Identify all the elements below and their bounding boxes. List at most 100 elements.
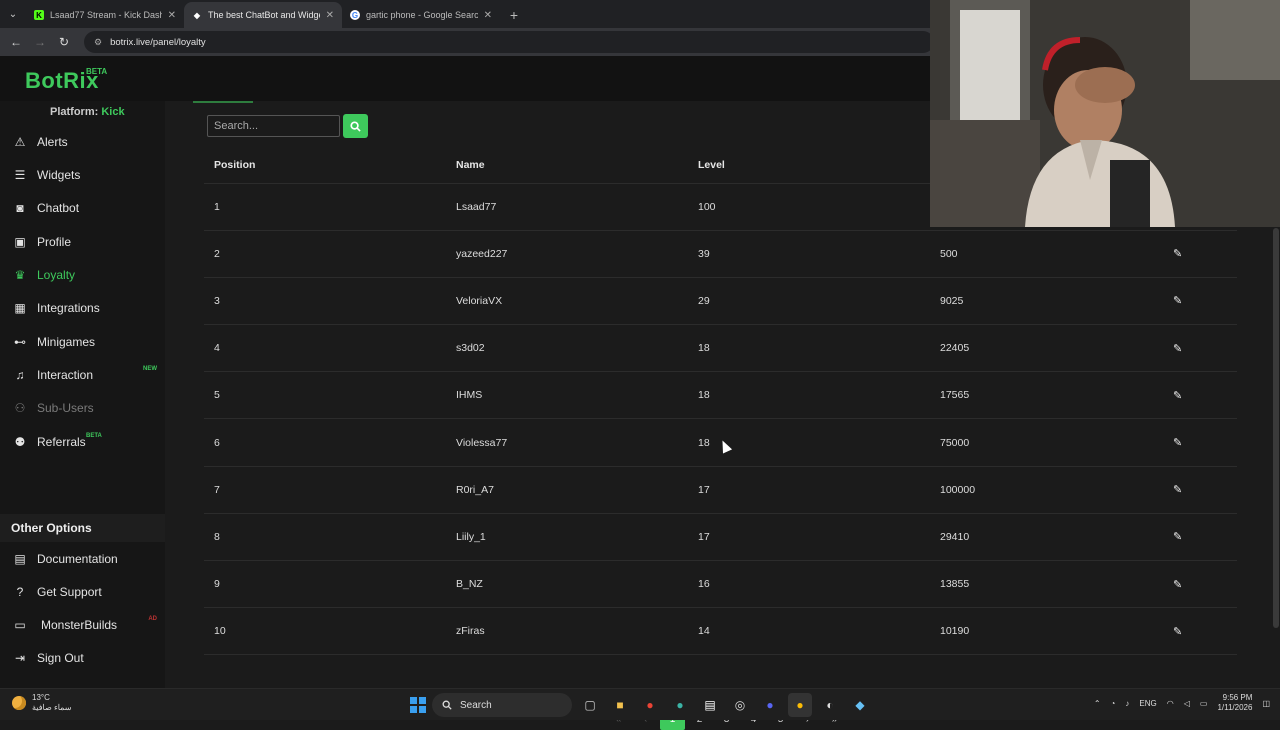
- edit-pencil-icon[interactable]: ✎: [1173, 607, 1237, 656]
- sidebar-item-integrations[interactable]: ▦ Integrations: [0, 293, 165, 323]
- browser-tab-google[interactable]: G gartic phone - Google Search ✕: [342, 2, 500, 28]
- sidebar-item-referrals[interactable]: ⚉ Referrals BETA: [0, 427, 165, 457]
- cell-position: 2: [204, 230, 446, 278]
- moon-icon: [12, 696, 26, 710]
- webcam-image: [930, 0, 1280, 227]
- cell-level: 100: [688, 183, 930, 231]
- sidebar-item-label: Integrations: [37, 301, 100, 315]
- edge-icon[interactable]: ●: [668, 693, 692, 717]
- language-indicator[interactable]: ENG: [1139, 699, 1156, 708]
- cell-name: Liily_1: [446, 513, 688, 562]
- windows-taskbar: 13°C سماء صافية Search ▢ ■ ● ● ▤ ◎ ● ● ◐…: [0, 688, 1280, 720]
- trophy-icon: ♛: [14, 268, 26, 282]
- tab-search-chevron-icon[interactable]: ⌄: [0, 0, 26, 28]
- app-icon[interactable]: ◎: [728, 693, 752, 717]
- notification-bell-icon[interactable]: ◫: [1262, 699, 1270, 708]
- chrome-icon[interactable]: ●: [638, 693, 662, 717]
- column-header-name[interactable]: Name: [446, 147, 688, 184]
- table-row: 4 s3d02 18 22405 ✎: [204, 324, 1237, 373]
- cell-level: 39: [688, 230, 930, 278]
- sidebar-item-documentation[interactable]: ▤ Documentation: [0, 544, 165, 574]
- cell-position: 8: [204, 513, 446, 562]
- sidebar-item-loyalty[interactable]: ♛ Loyalty: [0, 260, 165, 290]
- kick-icon: K: [34, 10, 44, 20]
- other-options-heading: Other Options: [0, 514, 165, 542]
- volume-icon[interactable]: ◁: [1184, 699, 1190, 708]
- sidebar-item-widgets[interactable]: ☰ Widgets: [0, 160, 165, 190]
- edit-pencil-icon[interactable]: ✎: [1173, 230, 1237, 278]
- close-tab-icon[interactable]: ✕: [326, 10, 334, 21]
- table-row: 5 IHMS 18 17565 ✎: [204, 371, 1237, 420]
- active-tab-indicator: [193, 101, 253, 103]
- battery-icon[interactable]: ▭: [1200, 699, 1208, 708]
- sidebar-item-monsterbuilds[interactable]: ▭ MonsterBuilds AD: [0, 610, 165, 640]
- edit-pencil-icon[interactable]: ✎: [1173, 418, 1237, 467]
- sidebar-item-sub-users[interactable]: ⚇ Sub-Users: [0, 393, 165, 423]
- close-tab-icon[interactable]: ✕: [484, 10, 492, 21]
- browser-tab-botrix[interactable]: ◆ The best ChatBot and Widgets ✕: [184, 2, 342, 28]
- back-arrow-icon[interactable]: ←: [4, 35, 28, 49]
- sidebar-item-label: Sub-Users: [37, 401, 94, 415]
- clock-date: 1/11/2026: [1217, 703, 1253, 712]
- sidebar-item-minigames[interactable]: ⊷ Minigames: [0, 327, 165, 357]
- column-header-position[interactable]: Position: [204, 147, 446, 184]
- sidebar-item-sign-out[interactable]: ⇥ Sign Out: [0, 643, 165, 673]
- site-info-icon[interactable]: ⚙: [94, 37, 102, 48]
- address-bar[interactable]: ⚙ botrix.live/panel/loyalty: [84, 31, 934, 53]
- cell-points: 22405: [930, 324, 1173, 373]
- tab-title: Lsaad77 Stream - Kick Dashboard: [50, 10, 162, 20]
- edit-pencil-icon[interactable]: ✎: [1173, 466, 1237, 514]
- reload-icon[interactable]: ↻: [52, 35, 76, 49]
- weather-description: سماء صافية: [32, 703, 72, 712]
- edit-pencil-icon[interactable]: ✎: [1173, 277, 1237, 326]
- sidebar-item-interaction[interactable]: ♫ Interaction NEW: [0, 360, 165, 390]
- cell-position: 10: [204, 607, 446, 656]
- edit-pencil-icon[interactable]: ✎: [1173, 371, 1237, 420]
- close-tab-icon[interactable]: ✕: [168, 10, 176, 21]
- sidebar-item-get-support[interactable]: ? Get Support: [0, 577, 165, 607]
- sidebar-item-label: Alerts: [37, 135, 68, 149]
- cell-points: 17565: [930, 371, 1173, 420]
- sidebar-item-label: Widgets: [37, 168, 81, 182]
- cell-points: 13855: [930, 560, 1173, 609]
- search-input[interactable]: [207, 115, 340, 137]
- column-header-level[interactable]: Level: [688, 147, 930, 184]
- sidebar-item-profile[interactable]: ▣ Profile: [0, 227, 165, 257]
- microphone-icon[interactable]: ♪: [1125, 699, 1129, 708]
- file-explorer-icon[interactable]: ■: [608, 693, 632, 717]
- browser-tab-kick[interactable]: K Lsaad77 Stream - Kick Dashboard ✕: [26, 2, 184, 28]
- wifi-icon[interactable]: ◠: [1167, 699, 1174, 708]
- cell-name: VeloriaVX: [446, 277, 688, 326]
- edit-pencil-icon[interactable]: ✎: [1173, 324, 1237, 373]
- network-icon[interactable]: ◔: [1111, 699, 1116, 708]
- sign-out-icon: ⇥: [14, 651, 26, 665]
- task-view-icon[interactable]: ▢: [578, 693, 602, 717]
- temperature: 13°C: [32, 693, 50, 702]
- weather-widget[interactable]: 13°C سماء صافية: [12, 693, 72, 713]
- sidebar-item-alerts[interactable]: ⚠ Alerts: [0, 127, 165, 157]
- taskbar-search[interactable]: Search: [432, 693, 572, 717]
- edit-pencil-icon[interactable]: ✎: [1173, 560, 1237, 609]
- forward-arrow-icon[interactable]: →: [28, 35, 52, 49]
- robot-icon: ◙: [16, 201, 24, 215]
- url-text: botrix.live/panel/loyalty: [110, 36, 206, 48]
- chevron-up-icon[interactable]: ⌃: [1094, 699, 1101, 708]
- book-icon: ▤: [14, 552, 26, 566]
- search-button[interactable]: [343, 114, 368, 138]
- store-icon[interactable]: ▤: [698, 693, 722, 717]
- discord-icon[interactable]: ●: [758, 693, 782, 717]
- chrome-active-icon[interactable]: ●: [788, 693, 812, 717]
- monitor-icon: ▭: [14, 618, 26, 632]
- sidebar-item-chatbot[interactable]: ◙ Chatbot: [0, 193, 165, 223]
- sidebar-item-label: Loyalty: [37, 268, 76, 282]
- clock[interactable]: 9:56 PM 1/11/2026: [1217, 693, 1252, 713]
- new-tab-button[interactable]: +: [500, 2, 528, 28]
- obs-icon[interactable]: ◐: [818, 693, 842, 717]
- steam-icon[interactable]: ◆: [848, 693, 872, 717]
- page-scrollbar[interactable]: [1272, 228, 1280, 688]
- table-row: 3 VeloriaVX 29 9025 ✎: [204, 277, 1237, 326]
- edit-pencil-icon[interactable]: ✎: [1173, 513, 1237, 562]
- windows-start-icon[interactable]: [410, 697, 426, 713]
- people-icon: ⚉: [14, 435, 26, 449]
- scrollbar-thumb[interactable]: [1273, 228, 1279, 628]
